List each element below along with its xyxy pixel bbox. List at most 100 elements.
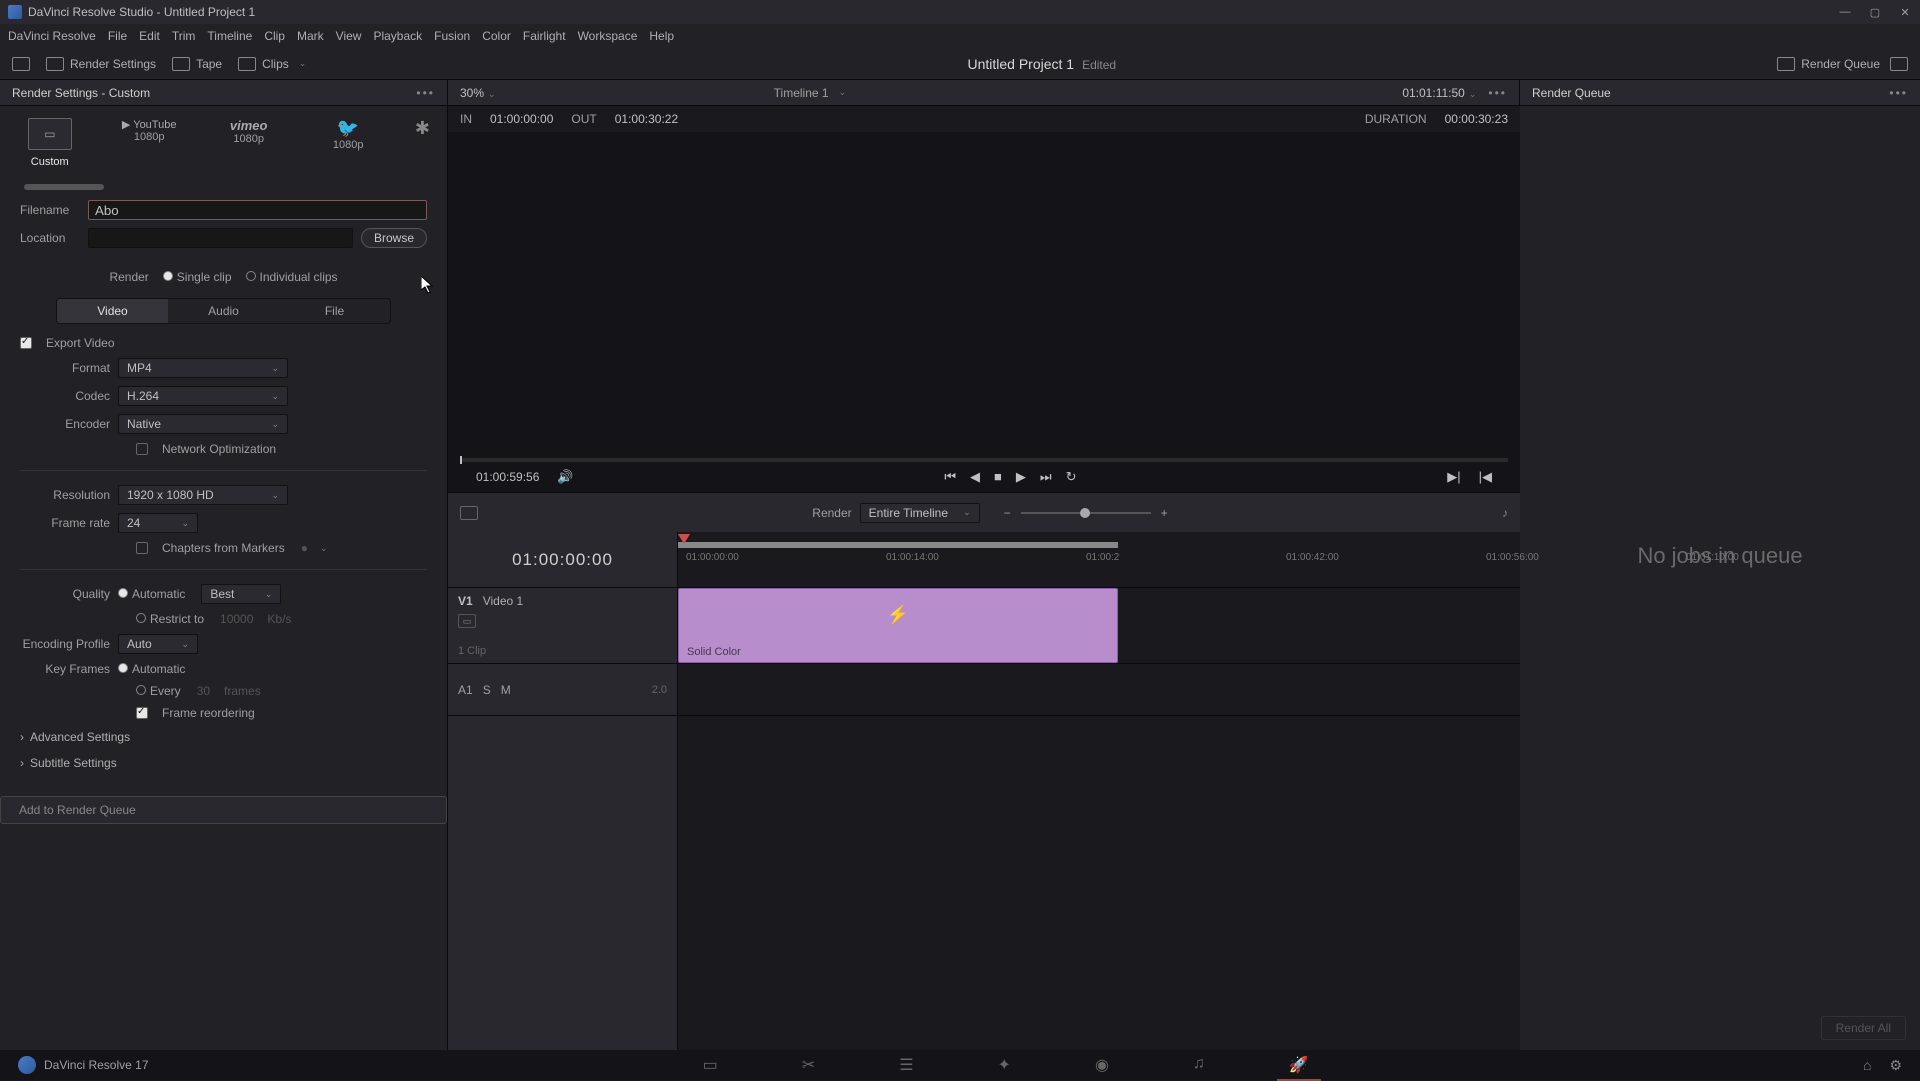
audio-meter-icon[interactable]: ♪: [1502, 506, 1508, 520]
viewer-zoom[interactable]: 30%⌄: [460, 86, 496, 100]
fusion-page-icon[interactable]: ✦: [998, 1055, 1011, 1075]
preset-vimeo[interactable]: vimeo 1080p: [211, 118, 286, 145]
keyframes-every-radio[interactable]: Every: [136, 684, 181, 698]
render-queue-menu-icon[interactable]: •••: [1889, 86, 1908, 100]
quality-select[interactable]: Best⌄: [201, 584, 281, 604]
expand-right-button[interactable]: [1890, 57, 1908, 71]
resolution-select[interactable]: 1920 x 1080 HD⌄: [118, 485, 288, 505]
tab-audio[interactable]: Audio: [168, 299, 279, 323]
render-settings-menu-icon[interactable]: •••: [416, 86, 435, 100]
next-frame-button[interactable]: ⏭: [1040, 469, 1052, 485]
settings-icon[interactable]: ⚙: [1889, 1057, 1902, 1074]
zoom-in-button[interactable]: +: [1161, 506, 1168, 520]
playhead-icon[interactable]: [678, 534, 690, 544]
render-all-button[interactable]: Render All: [1821, 1016, 1906, 1040]
single-clip-radio[interactable]: Single clip: [163, 270, 232, 284]
cut-page-icon[interactable]: ✂: [802, 1055, 815, 1075]
play-button[interactable]: ▶: [1016, 469, 1026, 485]
quality-auto-radio[interactable]: Automatic: [118, 587, 185, 601]
zoom-out-button[interactable]: −: [1004, 506, 1011, 520]
audio-track-row[interactable]: [678, 664, 1520, 716]
fairlight-page-icon[interactable]: ♫: [1193, 1055, 1205, 1075]
track-enable-icon[interactable]: ▭: [458, 614, 476, 628]
viewer-menu-icon[interactable]: •••: [1488, 86, 1507, 100]
zoom-slider[interactable]: [1021, 512, 1151, 514]
menu-item[interactable]: Fusion: [434, 29, 470, 43]
advanced-settings-expander[interactable]: ›Advanced Settings: [0, 724, 447, 750]
tab-file[interactable]: File: [279, 299, 390, 323]
add-to-render-queue-button[interactable]: Add to Render Queue: [0, 796, 447, 824]
menu-item[interactable]: Clip: [264, 29, 285, 43]
encoder-select[interactable]: Native⌄: [118, 414, 288, 434]
individual-clips-radio[interactable]: Individual clips: [246, 270, 338, 284]
encoding-profile-select[interactable]: Auto⌄: [118, 634, 198, 654]
media-page-icon[interactable]: ▭: [703, 1055, 718, 1075]
maximize-button[interactable]: ▢: [1868, 5, 1882, 19]
menu-item[interactable]: Timeline: [207, 29, 252, 43]
viewer-canvas[interactable]: 01:00:59:56 🔊 ⏮ ◀ ■ ▶ ⏭ ↻ ▶| |◀: [448, 132, 1520, 492]
render-queue-toggle[interactable]: Render Queue: [1777, 57, 1880, 71]
viewer-timecode[interactable]: 01:00:59:56: [476, 470, 539, 484]
tape-toggle[interactable]: Tape: [172, 57, 222, 71]
menu-item[interactable]: View: [336, 29, 362, 43]
framerate-select[interactable]: 24⌄: [118, 513, 198, 533]
preset-more[interactable]: ✱: [410, 118, 435, 139]
video-clip[interactable]: ⚡ Solid Color: [678, 588, 1118, 663]
menu-item[interactable]: File: [108, 29, 127, 43]
chapters-checkbox[interactable]: [136, 542, 148, 554]
solo-button[interactable]: S: [483, 683, 491, 697]
preset-twitter[interactable]: 🐦 1080p: [310, 118, 385, 151]
subtitle-settings-expander[interactable]: ›Subtitle Settings: [0, 750, 447, 776]
mute-button[interactable]: M: [501, 683, 511, 697]
menu-item[interactable]: Fairlight: [523, 29, 566, 43]
tab-video[interactable]: Video: [57, 299, 168, 323]
menu-item[interactable]: Trim: [172, 29, 196, 43]
minimize-button[interactable]: —: [1838, 5, 1852, 19]
keyframes-auto-radio[interactable]: Automatic: [118, 662, 185, 676]
next-clip-button[interactable]: ▶|: [1447, 469, 1460, 485]
expand-button[interactable]: [12, 57, 30, 71]
deliver-page-icon[interactable]: 🚀: [1289, 1055, 1309, 1075]
menu-item[interactable]: Help: [649, 29, 674, 43]
render-range-select[interactable]: Entire Timeline⌄: [860, 503, 980, 523]
video-track-row[interactable]: ⚡ Solid Color: [678, 588, 1520, 664]
home-icon[interactable]: ⌂: [1863, 1057, 1871, 1074]
location-input[interactable]: [88, 228, 353, 248]
render-range-bar[interactable]: [678, 542, 1118, 548]
menu-item[interactable]: Mark: [297, 29, 324, 43]
first-frame-button[interactable]: ⏮: [944, 469, 956, 485]
last-frame-button[interactable]: |◀: [1479, 469, 1492, 485]
export-video-checkbox[interactable]: [20, 337, 32, 349]
network-opt-checkbox[interactable]: [136, 443, 148, 455]
timeline-name[interactable]: Timeline 1⌄: [774, 86, 846, 100]
menu-item[interactable]: Workspace: [578, 29, 638, 43]
browse-button[interactable]: Browse: [361, 228, 427, 248]
preset-custom[interactable]: ▭ Custom: [12, 118, 87, 168]
loop-button[interactable]: ↻: [1066, 469, 1077, 485]
menu-item[interactable]: DaVinci Resolve: [8, 29, 96, 43]
menu-item[interactable]: Playback: [373, 29, 422, 43]
prev-frame-button[interactable]: ◀: [970, 469, 980, 485]
menu-item[interactable]: Color: [482, 29, 511, 43]
codec-select[interactable]: H.264⌄: [118, 386, 288, 406]
edit-page-icon[interactable]: ☰: [899, 1055, 913, 1075]
stop-button[interactable]: ■: [994, 469, 1002, 485]
format-select[interactable]: MP4⌄: [118, 358, 288, 378]
timeline-timecode[interactable]: 01:00:00:00: [448, 532, 677, 588]
color-page-icon[interactable]: ◉: [1095, 1055, 1109, 1075]
close-button[interactable]: ✕: [1898, 5, 1912, 19]
restrict-radio[interactable]: Restrict to: [136, 612, 204, 626]
preset-youtube[interactable]: ▶ YouTube 1080p: [111, 118, 186, 143]
audio-track-header[interactable]: A1 S M 2.0: [448, 664, 677, 716]
render-settings-toggle[interactable]: Render Settings: [46, 57, 156, 71]
viewer-master-timecode[interactable]: 01:01:11:50⌄: [1402, 86, 1476, 100]
timeline-ruler[interactable]: 01:00:00:00 01:00:14:00 01:00:2 01:00:42…: [678, 532, 1520, 588]
volume-icon[interactable]: 🔊: [557, 469, 573, 485]
timeline-view-icon[interactable]: [460, 506, 478, 520]
menu-item[interactable]: Edit: [139, 29, 160, 43]
video-track-header[interactable]: V1Video 1 ▭ 1 Clip: [448, 588, 677, 664]
clips-toggle[interactable]: Clips⌄: [238, 57, 306, 71]
filename-input[interactable]: [88, 200, 427, 220]
preset-scrollbar[interactable]: [24, 184, 104, 190]
frame-reorder-checkbox[interactable]: [136, 707, 148, 719]
